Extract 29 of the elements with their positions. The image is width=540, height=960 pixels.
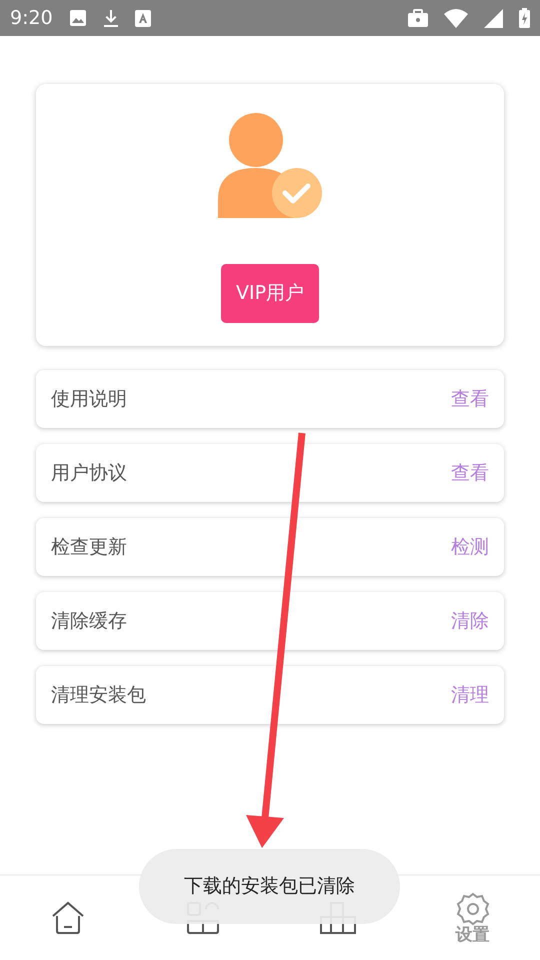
menu-row[interactable]: 用户协议 查看 <box>36 444 504 502</box>
signal-icon <box>484 8 503 28</box>
action-link[interactable]: 查看 <box>451 458 489 488</box>
status-time: 9:20 <box>10 6 53 31</box>
tab-button[interactable]: 设置 <box>405 876 540 960</box>
menu-label: 检查更新 <box>51 534 127 560</box>
action-link[interactable]: 检测 <box>451 532 489 562</box>
menu-row[interactable]: 清除缓存 清除 <box>36 592 504 650</box>
vip-button[interactable]: VIP用户 <box>220 264 320 323</box>
menu-label: 清理安装包 <box>51 682 146 708</box>
home-icon <box>50 901 84 935</box>
verified-user-icon <box>218 112 322 218</box>
message-toast: 下载的安装包已清除 <box>139 849 400 924</box>
menu-row[interactable]: 清理安装包 清理 <box>36 666 504 724</box>
menu-label: 清除缓存 <box>51 608 127 634</box>
download-icon <box>102 8 119 28</box>
menu-row[interactable]: 检查更新 检测 <box>36 518 504 576</box>
image-icon <box>68 9 87 27</box>
action-link[interactable]: 查看 <box>451 384 489 414</box>
menu-label: 用户协议 <box>51 460 127 486</box>
menu-row[interactable]: 使用说明 查看 <box>36 370 504 428</box>
action-link[interactable]: 清除 <box>451 606 489 636</box>
menu-label: 使用说明 <box>51 386 127 412</box>
font-icon <box>134 10 151 26</box>
settings-icon <box>456 892 490 926</box>
briefcase-icon <box>408 9 428 27</box>
battery-icon <box>519 8 530 28</box>
action-link[interactable]: 清理 <box>451 680 489 710</box>
wifi-icon <box>444 8 468 28</box>
